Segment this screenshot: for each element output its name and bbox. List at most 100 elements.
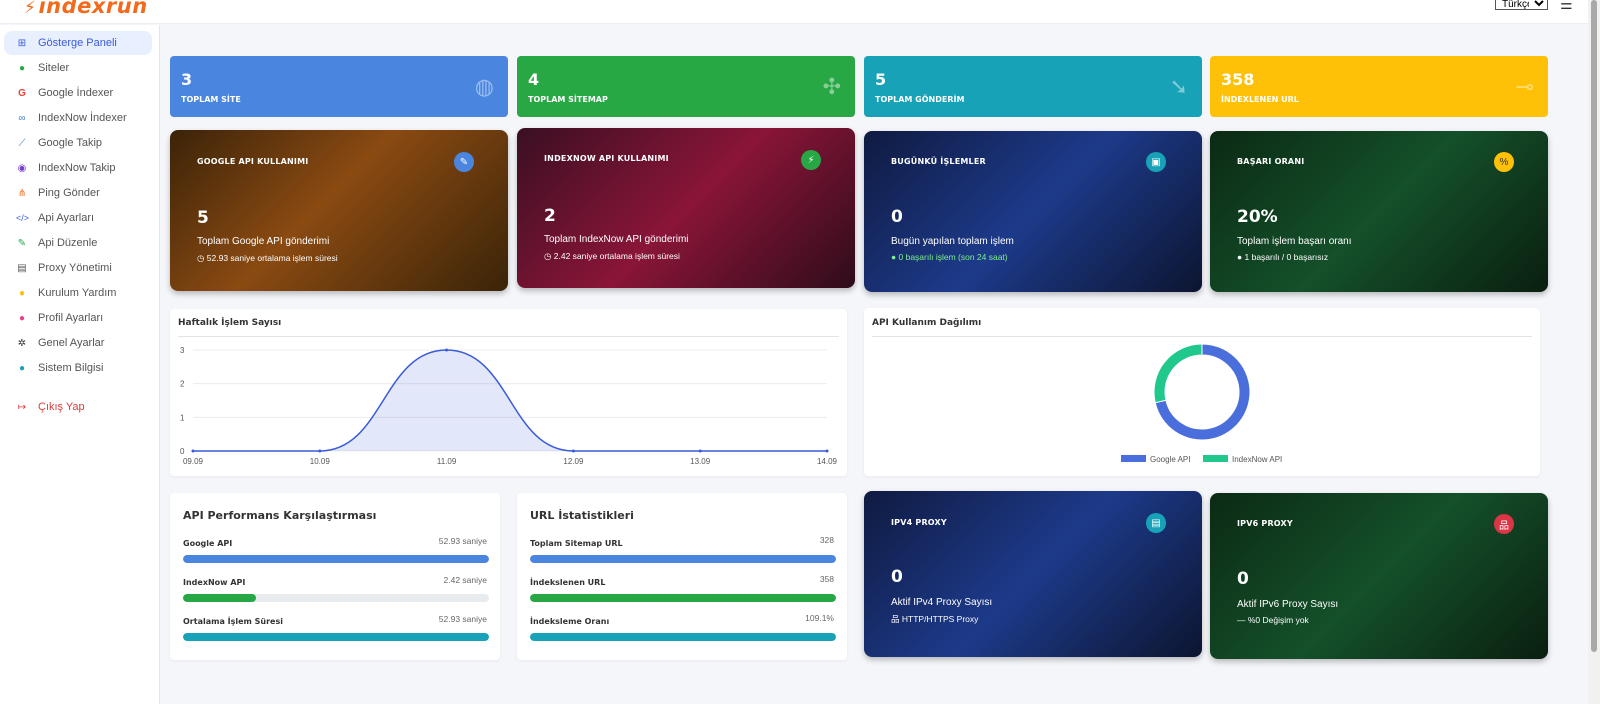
compass-icon: ◉ — [17, 162, 27, 174]
top-bar: ⚡indexrun Türkçe ☰ — [0, 0, 1588, 24]
ipv6-proxy-card: IPV6 PROXY 品 0 Aktif IPv6 Proxy Sayısı —… — [1210, 493, 1548, 659]
data-point[interactable] — [698, 449, 702, 453]
progress-bar — [530, 633, 836, 641]
data-point[interactable] — [445, 348, 449, 352]
sidebar-item-api-settings[interactable]: </> Api Ayarları — [4, 206, 152, 230]
progress-bar-fill — [183, 633, 489, 641]
stat-card-total-sitemaps: 4 TOPLAM SİTEMAP ✣ — [517, 56, 855, 117]
google-api-icon: ✎ — [454, 152, 474, 172]
stat-card-indexed-urls: 358 İNDEXLENEN URL ⊸ — [1210, 56, 1548, 117]
key-icon: ⊸ — [1515, 74, 1534, 99]
stat-card-total-submissions: 5 TOPLAM GÖNDERİM ➘ — [864, 56, 1202, 117]
user-icon: ● — [18, 312, 26, 324]
google-api-usage-card: GOOGLE API KULLANIMI ✎ 5 Toplam Google A… — [170, 130, 508, 291]
x-tick-label: 09.09 — [183, 457, 204, 466]
progress-bar — [530, 594, 836, 602]
pie-slice[interactable] — [1153, 343, 1203, 404]
progress-bar-fill — [530, 633, 836, 641]
ipv4-proxy-card: IPV4 PROXY ▤ 0 Aktif IPv4 Proxy Sayısı 品… — [864, 491, 1202, 657]
success-rate-card: BAŞARI ORANI % 20% Toplam işlem başarı o… — [1210, 131, 1548, 292]
indexnow-api-usage-card: INDEXNOW API KULLANIMI ⚡ 2 Toplam IndexN… — [517, 128, 855, 288]
sidebar-item-system-info[interactable]: ● Sistem Bilgisi — [4, 356, 152, 380]
progress-bar-fill — [530, 555, 836, 563]
x-tick-label: 12.09 — [563, 457, 584, 466]
percent-icon: % — [1494, 152, 1514, 172]
x-tick-label: 13.09 — [690, 457, 711, 466]
progress-bar — [530, 555, 836, 563]
network-icon: 品 — [1494, 514, 1514, 534]
calendar-icon: ▣ — [1146, 152, 1166, 172]
x-tick-label: 14.09 — [817, 457, 838, 466]
weekly-operations-panel: Haftalık İşlem Sayısı 0 1 2 3 09.09 10.09 11.0… — [170, 309, 847, 476]
clock-icon: ◷ — [544, 251, 554, 261]
progress-bar — [183, 633, 489, 641]
globe-icon: ● — [18, 62, 26, 74]
check-circle-icon: ● — [1237, 252, 1245, 262]
sidebar-item-google-tracking[interactable]: ⟋ Google Takip — [4, 131, 152, 155]
y-tick-label: 3 — [180, 346, 185, 355]
y-tick-label: 1 — [180, 413, 185, 422]
data-point[interactable] — [318, 449, 322, 453]
sidebar-item-dashboard[interactable]: ⊞ Gösterge Paneli — [4, 31, 152, 55]
api-distribution-chart: Google API IndexNow API — [1121, 343, 1282, 464]
x-tick-label: 10.09 — [310, 457, 331, 466]
gear-icon: ✲ — [17, 337, 27, 349]
sidebar-item-general-settings[interactable]: ✲ Genel Ayarlar — [4, 331, 152, 355]
data-point[interactable] — [191, 449, 195, 453]
globe-icon: ◍ — [474, 74, 494, 99]
sidebar-item-proxy[interactable]: ▤ Proxy Yönetimi — [4, 256, 152, 280]
data-point[interactable] — [571, 449, 575, 453]
sidebar-item-sites[interactable]: ● Siteler — [4, 56, 152, 80]
data-point[interactable] — [825, 449, 829, 453]
hamburger-menu-icon[interactable]: ☰ — [1560, 0, 1573, 13]
edit-icon: ✎ — [17, 237, 27, 249]
progress-bar-fill — [183, 555, 489, 563]
progress-bar — [183, 594, 489, 602]
info-icon: ● — [18, 362, 26, 374]
legend-swatch[interactable] — [1121, 455, 1146, 462]
link-icon: ∞ — [18, 112, 26, 124]
sidebar-item-indexnow-indexer[interactable]: ∞ IndexNow İndexer — [4, 106, 152, 130]
progress-bar — [183, 555, 489, 563]
google-icon: G — [18, 87, 26, 99]
api-distribution-panel: API Kullanım Dağılımı Google API IndexNow… — [864, 308, 1540, 476]
progress-bar-fill — [183, 594, 257, 602]
y-tick-label: 2 — [180, 380, 185, 389]
x-tick-label: 11.09 — [437, 457, 457, 466]
bolt-icon: ⚡ — [801, 150, 821, 170]
check-circle-icon: ● — [891, 252, 899, 262]
logout-link[interactable]: ↦ Çıkış Yap — [4, 395, 152, 419]
server-icon: ▤ — [17, 262, 27, 274]
legend-label[interactable]: Google API — [1150, 455, 1190, 464]
broadcast-icon: ⋔ — [17, 187, 27, 199]
help-icon: ● — [18, 287, 26, 299]
api-performance-panel: API Performans Karşılaştırması Google AP… — [170, 493, 500, 660]
sidebar-item-ping[interactable]: ⋔ Ping Gönder — [4, 181, 152, 205]
code-icon: </> — [16, 213, 30, 223]
send-icon: ➘ — [1169, 74, 1188, 99]
runner-icon: ⚡ — [24, 0, 37, 18]
sidebar-item-google-indexer[interactable]: G Google İndexer — [4, 81, 152, 105]
stat-card-total-sites: 3 TOPLAM SİTE ◍ — [170, 56, 508, 117]
url-statistics-panel: URL İstatistikleri Toplam Sitemap URL 32… — [517, 493, 847, 660]
sidebar-item-indexnow-tracking[interactable]: ◉ IndexNow Takip — [4, 156, 152, 180]
language-select[interactable]: Türkçe — [1495, 0, 1548, 10]
logout-icon: ↦ — [17, 401, 27, 413]
sitemap-icon: ✣ — [822, 74, 841, 99]
weekly-operations-chart: 0 1 2 3 09.09 10.09 11.09 12.09 13.09 14.09 — [180, 346, 838, 466]
legend-swatch[interactable] — [1203, 455, 1228, 462]
y-tick-label: 0 — [180, 447, 185, 456]
today-operations-card: BUGÜNKÜ İŞLEMLER ▣ 0 Bugün yapılan topla… — [864, 131, 1202, 292]
legend-label[interactable]: IndexNow API — [1232, 455, 1282, 464]
sidebar-item-profile[interactable]: ● Profil Ayarları — [4, 306, 152, 330]
logo[interactable]: ⚡indexrun — [24, 0, 148, 18]
network-icon: 品 — [891, 614, 902, 624]
clock-icon: ◷ — [197, 253, 207, 263]
sidebar: ⊞ Gösterge Paneli ● Siteler G Google İndexe… — [0, 25, 160, 704]
sidebar-item-setup-help[interactable]: ● Kurulum Yardım — [4, 281, 152, 305]
scrollbar-thumb[interactable] — [1591, 0, 1597, 652]
progress-bar-fill — [530, 594, 836, 602]
sidebar-item-api-edit[interactable]: ✎ Api Düzenle — [4, 231, 152, 255]
chart-line-icon: ⟋ — [18, 137, 26, 149]
server-icon: ▤ — [1146, 513, 1166, 533]
